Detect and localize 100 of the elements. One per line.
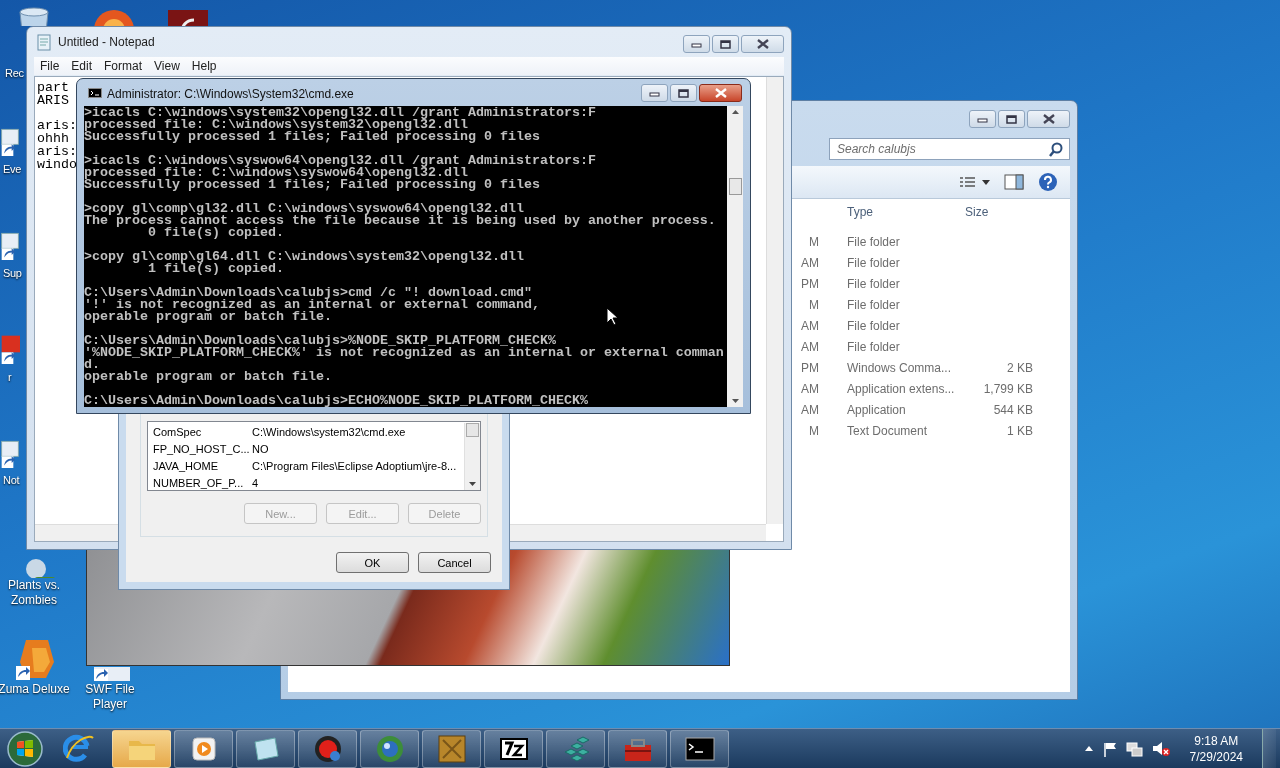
table-cell: AM [801, 339, 819, 354]
scrollbar-thumb[interactable] [466, 423, 479, 437]
console-line: C:\Users\Admin\Downloads\calubjs>ECHO%NODE_SKIP_PLATFORM_CHECK% [84, 395, 588, 407]
column-header[interactable]: Size [965, 205, 989, 219]
table-cell: AM [801, 255, 819, 270]
console-line: operable program or batch file. [84, 371, 332, 383]
maximize-button[interactable] [998, 110, 1025, 128]
minimize-icon[interactable] [977, 115, 988, 123]
console-line: Successfully processed 1 files; Failed processing 0 files [84, 179, 540, 191]
notepad-icon [36, 33, 52, 51]
console-line: operable program or batch file. [84, 311, 332, 323]
variable-name[interactable]: NUMBER_OF_P... [153, 476, 252, 489]
table-cell: File folder [847, 234, 900, 249]
clock-date: 7/29/2024 [1189, 748, 1243, 765]
desktop-icon-label[interactable]: r [8, 370, 12, 385]
console-line: 0 file(s) copied. [148, 227, 284, 239]
help-icon[interactable] [1038, 172, 1058, 192]
desktop-icon-label[interactable]: Plants vs. Zombies [0, 578, 72, 608]
close-icon[interactable] [756, 39, 769, 49]
table-cell: 1,799 KB [983, 381, 1033, 396]
vertical-scrollbar[interactable] [464, 423, 480, 490]
search-icon[interactable] [1049, 142, 1063, 157]
taskbar-button[interactable] [236, 729, 295, 768]
maximize-button[interactable] [712, 35, 739, 53]
taskbar-button[interactable] [484, 729, 543, 768]
menu-item[interactable]: View [148, 59, 186, 73]
scroll-down-icon[interactable] [469, 482, 476, 486]
console-line: >copy gl\comp\gl64.dll C:\windows\system32\opengl32.dll [84, 251, 524, 263]
console-line: C:\Users\Admin\Downloads\calubjs>%NODE_SKIP_PLATFORM_CHECK% [84, 335, 556, 347]
desktop-icon-label[interactable]: SWF File Player [72, 682, 148, 712]
minimize-icon[interactable] [691, 40, 702, 48]
variable-name[interactable]: JAVA_HOME [153, 459, 252, 472]
flag-icon[interactable] [1101, 740, 1117, 757]
close-button[interactable] [1027, 110, 1070, 128]
caret-icon[interactable] [982, 179, 990, 185]
maximize-icon[interactable] [1006, 114, 1017, 124]
network-icon[interactable] [1125, 740, 1143, 757]
console-line: >copy gl\comp\gl32.dll C:\windows\syswow64\opengl32.dll [84, 203, 524, 215]
console-line: processed file: C:\windows\syswow64\opengl32.dll [84, 167, 468, 179]
desktop-icon-label[interactable]: Rec [5, 66, 24, 81]
minimize-icon[interactable] [649, 89, 660, 97]
text-line: aris: [37, 146, 77, 159]
dialog-button[interactable]: Cancel [418, 552, 491, 573]
window-title: Untitled - Notepad [58, 35, 156, 49]
clock[interactable]: 9:18 AM 7/29/2024 [1189, 732, 1243, 765]
menu-item[interactable]: Format [98, 59, 149, 73]
variable-value[interactable]: 4 [252, 476, 464, 489]
table-cell: M [809, 423, 819, 438]
taskbar-button[interactable] [174, 729, 233, 768]
text-line: ohhh [37, 133, 69, 146]
table-cell: 544 KB [993, 402, 1033, 417]
vertical-scrollbar[interactable] [727, 106, 743, 407]
table-cell: Text Document [847, 423, 928, 438]
table-cell: File folder [847, 339, 900, 354]
column-header[interactable]: Type [847, 205, 873, 219]
desktop-icon-label[interactable]: Not [3, 473, 20, 488]
variable-value[interactable]: NO [252, 442, 464, 455]
desktop-icon-label[interactable]: Sup [3, 266, 22, 281]
close-button[interactable] [741, 35, 784, 53]
variable-name[interactable]: ComSpec [153, 425, 252, 438]
table-cell: AM [801, 402, 819, 417]
maximize-icon[interactable] [720, 39, 731, 49]
text-line: ARIS [37, 94, 69, 108]
start-button[interactable] [6, 729, 44, 768]
dialog-button[interactable]: OK [336, 552, 409, 573]
table-cell: AM [801, 381, 819, 396]
variable-value[interactable]: C:\Windows\system32\cmd.exe [252, 425, 464, 438]
desktop-icon-label[interactable]: Eve [3, 162, 22, 177]
variables-list[interactable]: ComSpec C:\Windows\system32\cmd.exe FP_NO_HOST_C... NO JAVA_HOME C:\Program Files\Eclipse Adoptium\jre-8... NUMBER_OF_P... 4 [147, 421, 481, 491]
scroll-down-icon[interactable] [731, 399, 739, 403]
table-cell: Windows Comma... [847, 360, 952, 375]
scrollbar-thumb[interactable] [728, 178, 742, 195]
console-line: processed file: C:\windows\system32\opengl32.dll [84, 119, 468, 131]
volume-muted-icon[interactable] [1151, 740, 1171, 757]
menu-item[interactable]: Edit [65, 59, 99, 73]
maximize-icon[interactable] [678, 88, 689, 98]
menu-item[interactable]: File [34, 59, 66, 73]
variable-value[interactable]: C:\Program Files\Eclipse Adoptium\jre-8... [252, 459, 464, 472]
console-line: C:\Users\Admin\Downloads\calubjs>cmd /c "! download.cmd" [84, 287, 532, 299]
text-line: windo [37, 158, 77, 172]
table-cell: AM [801, 318, 819, 333]
clock-time: 9:18 AM [1194, 732, 1239, 749]
show-desktop-button[interactable] [1262, 728, 1276, 768]
close-icon[interactable] [1042, 114, 1055, 124]
variable-name[interactable]: FP_NO_HOST_C... [153, 442, 252, 455]
text-line: aris: [37, 120, 77, 134]
preview-pane-icon[interactable] [1004, 174, 1024, 190]
vertical-scrollbar[interactable] [766, 77, 783, 524]
console-line: Successfully processed 1 files; Failed processing 0 files [84, 131, 540, 143]
show-hidden-icons-icon[interactable] [1084, 746, 1093, 751]
table-cell: File folder [847, 255, 900, 270]
console-line: d. [84, 359, 100, 371]
menu-item[interactable]: Help [185, 59, 223, 73]
taskbar-button[interactable] [670, 729, 729, 768]
maximize-button[interactable] [670, 84, 697, 102]
scroll-up-icon[interactable] [731, 110, 739, 114]
table-cell: File folder [847, 297, 900, 312]
view-options-icon[interactable] [959, 176, 976, 188]
close-button[interactable] [699, 84, 742, 102]
search-field[interactable]: Search calubjs [829, 138, 1070, 160]
